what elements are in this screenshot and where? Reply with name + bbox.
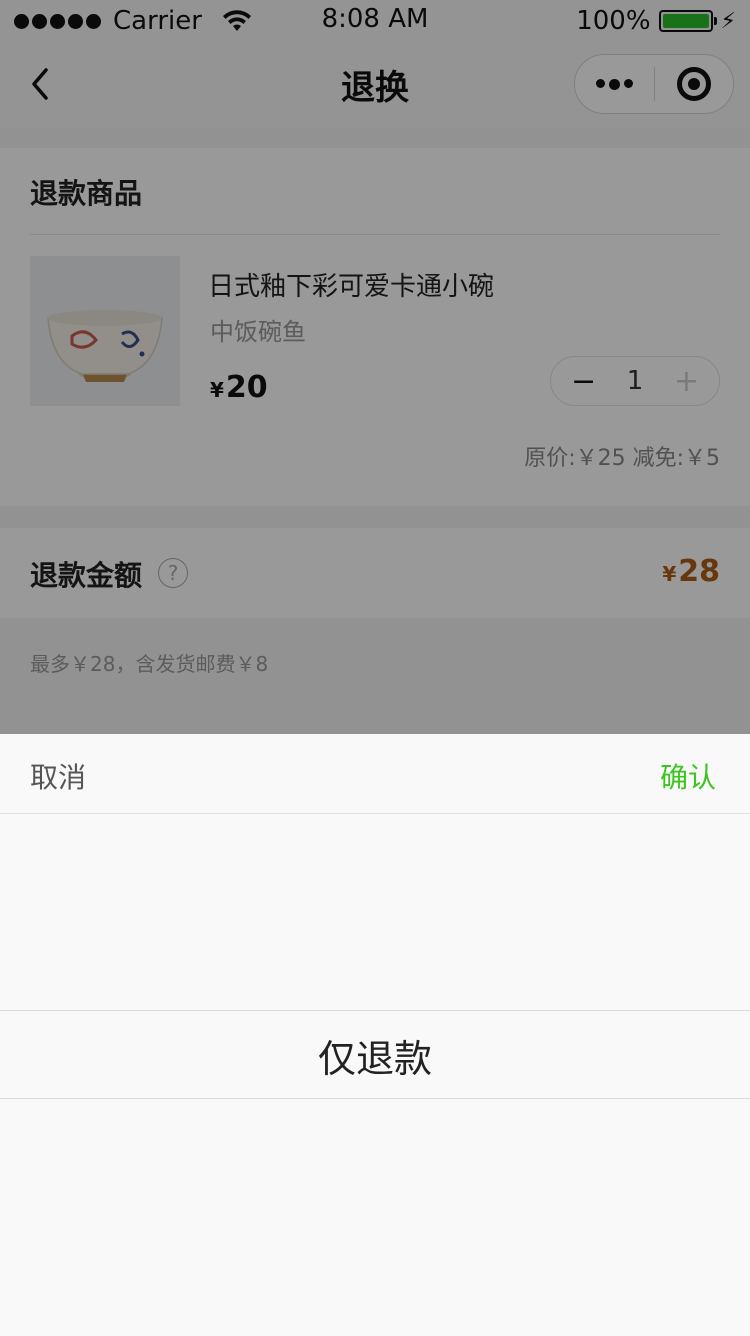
picker-indicator-top (0, 1010, 750, 1011)
picker-indicator-bottom (0, 1098, 750, 1099)
confirm-button[interactable]: 确认 (660, 756, 716, 796)
picker-header: 取消 确认 (0, 734, 750, 814)
cancel-button[interactable]: 取消 (30, 756, 86, 796)
picker-sheet: 取消 确认 仅退款 (0, 734, 750, 1336)
picker-option-selected[interactable]: 仅退款 (0, 1028, 750, 1083)
